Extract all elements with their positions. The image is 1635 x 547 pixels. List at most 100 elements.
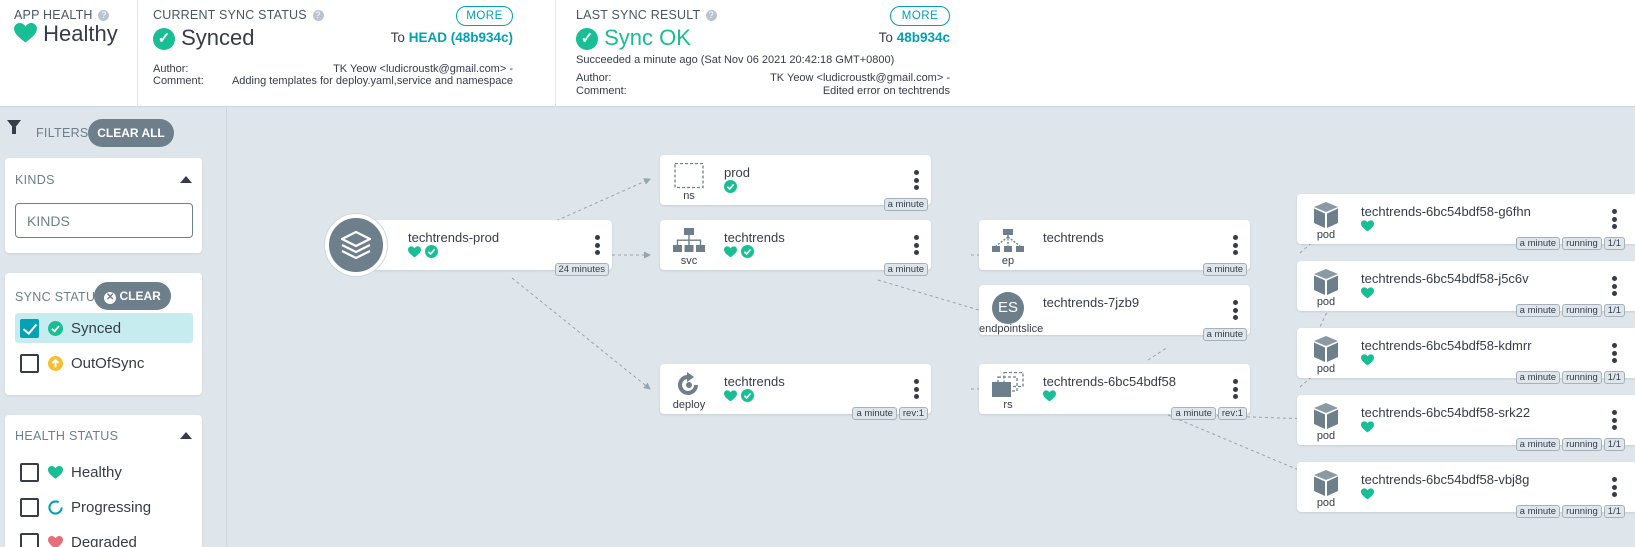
filters-header: FILTERS CLEAR ALL — [5, 116, 225, 147]
replicaset-icon — [992, 372, 1024, 397]
node-status — [724, 180, 737, 194]
node-kind: svc — [680, 255, 698, 267]
last-sync-value: Sync OK — [604, 25, 691, 50]
pod-node[interactable]: pod techtrends-6bc54bdf58-vbj8g a minute… — [1297, 462, 1635, 518]
app-health-value: Healthy — [43, 21, 118, 46]
comment-label: Comment: — [576, 85, 627, 97]
clear-sync-filter-button[interactable]: ✕ CLEAR — [94, 282, 171, 310]
collapse-icon[interactable] — [180, 432, 192, 439]
heart-icon — [724, 390, 737, 402]
node-name: techtrends-6bc54bdf58-j5c6v — [1361, 271, 1529, 286]
last-sync-succeeded: Succeeded a minute ago (Sat Nov 06 2021 … — [576, 54, 895, 66]
author-value: TK Yeow <ludicroustk@gmail.com> - — [770, 72, 950, 84]
node-kind: ep — [1001, 255, 1015, 267]
node-status — [1361, 219, 1374, 233]
node-menu-icon[interactable] — [595, 235, 600, 255]
health-filter-progressing[interactable]: Progressing — [15, 492, 193, 522]
revision-link[interactable]: 48b934c — [897, 30, 950, 45]
arrow-up-circle-icon — [48, 356, 63, 371]
pod-node[interactable]: pod techtrends-6bc54bdf58-srk22 a minute… — [1297, 395, 1635, 451]
check-circle-icon — [425, 245, 439, 258]
health-filter-healthy[interactable]: Healthy — [15, 457, 193, 487]
sync-filter-outofsync[interactable]: OutOfSync — [15, 348, 193, 378]
node-status — [1361, 353, 1374, 367]
pod-node[interactable]: pod techtrends-6bc54bdf58-g6fhn a minute… — [1297, 194, 1635, 250]
pod-icon — [1314, 202, 1338, 228]
pod-node[interactable]: pod techtrends-6bc54bdf58-kdmrr a minute… — [1297, 328, 1635, 384]
node-tags: a minute running 1/1 — [1514, 233, 1625, 251]
current-sync-status: ✓ Synced — [153, 25, 255, 51]
node-kind: pod — [1316, 229, 1336, 241]
node-menu-icon[interactable] — [914, 235, 919, 255]
namespace-node[interactable]: ns prod a minute — [660, 155, 931, 211]
node-menu-icon[interactable] — [1233, 379, 1238, 399]
replicaset-node[interactable]: rs techtrends-6bc54bdf58 a minute rev:1 — [979, 364, 1250, 420]
comment-label: Comment: — [153, 75, 204, 87]
checkbox[interactable] — [20, 463, 39, 482]
checkbox[interactable] — [20, 354, 39, 373]
comment-value: Adding templates for deploy.yaml,service… — [231, 75, 513, 87]
node-tags: a minute running 1/1 — [1514, 501, 1625, 519]
heart-icon — [1361, 287, 1374, 299]
current-sync-more-button[interactable]: MORE — [456, 6, 513, 26]
sync-filter-synced[interactable]: Synced — [15, 313, 193, 343]
node-name: techtrends-prod — [408, 230, 500, 245]
node-name: techtrends-6bc54bdf58-vbj8g — [1361, 472, 1530, 487]
endpoints-node[interactable]: ep techtrends a minute — [979, 220, 1250, 276]
node-menu-icon[interactable] — [1233, 235, 1238, 255]
last-sync-more-button[interactable]: MORE — [890, 6, 950, 26]
clear-all-button[interactable]: CLEAR ALL — [88, 119, 174, 147]
check-circle-icon — [741, 389, 755, 402]
node-status — [1361, 420, 1374, 434]
health-status-title: HEALTH STATUS — [15, 429, 119, 443]
application-icon — [325, 214, 387, 276]
sync-status-title: SYNC STATUS — [15, 290, 104, 304]
node-tags: a minute — [1201, 324, 1247, 342]
node-status — [1361, 286, 1374, 300]
deployment-node[interactable]: deploy techtrends a minute rev:1 — [660, 364, 931, 420]
node-menu-icon[interactable] — [1612, 209, 1617, 229]
pod-node[interactable]: pod techtrends-6bc54bdf58-j5c6v a minute… — [1297, 261, 1635, 317]
collapse-icon[interactable] — [180, 176, 192, 183]
node-status — [408, 245, 439, 259]
node-menu-icon[interactable] — [1612, 276, 1617, 296]
help-icon[interactable]: ? — [312, 10, 324, 21]
endpointslice-node[interactable]: ES endpointslice techtrends-7jzb9 a minu… — [979, 285, 1250, 341]
help-icon[interactable]: ? — [705, 10, 717, 21]
checkbox[interactable] — [20, 533, 39, 547]
checkbox[interactable] — [20, 319, 39, 338]
current-sync-target: To HEAD (48b934c) — [390, 30, 513, 45]
node-menu-icon[interactable] — [1612, 343, 1617, 363]
check-circle-icon: ✓ — [576, 28, 598, 50]
last-sync-section: LAST SYNC RESULT ? MORE ✓ Sync OK To 48b… — [556, 0, 956, 107]
service-node[interactable]: svc techtrends a minute — [660, 220, 931, 276]
kinds-input[interactable] — [15, 203, 193, 238]
broken-heart-icon — [48, 535, 63, 547]
last-sync-target: To 48b934c — [878, 30, 950, 45]
node-menu-icon[interactable] — [1612, 477, 1617, 497]
node-tags: a minute — [882, 259, 928, 277]
heart-icon — [1361, 488, 1374, 500]
help-icon[interactable]: ? — [98, 10, 110, 21]
node-menu-icon[interactable] — [1612, 410, 1617, 430]
endpoints-icon — [992, 229, 1024, 252]
node-tags: a minute rev:1 — [850, 403, 928, 421]
heart-icon — [1043, 390, 1056, 402]
node-name: techtrends-6bc54bdf58-srk22 — [1361, 405, 1531, 420]
heart-icon — [724, 246, 737, 258]
node-kind: pod — [1316, 296, 1336, 308]
app-node[interactable]: techtrends-prod 24 minutes — [350, 220, 612, 276]
health-filter-degraded[interactable]: Degraded — [15, 527, 193, 547]
current-sync-title: CURRENT SYNC STATUS — [153, 8, 307, 22]
pod-icon — [1314, 336, 1338, 362]
node-kind: pod — [1316, 430, 1336, 442]
endpointslice-icon: ES — [992, 292, 1024, 324]
revision-link[interactable]: HEAD (48b934c) — [409, 30, 513, 45]
node-menu-icon[interactable] — [1233, 300, 1238, 320]
node-menu-icon[interactable] — [914, 379, 919, 399]
node-menu-icon[interactable] — [914, 170, 919, 190]
kinds-panel: KINDS — [5, 158, 202, 253]
heart-icon — [1361, 354, 1374, 366]
pod-icon — [1314, 470, 1338, 496]
checkbox[interactable] — [20, 498, 39, 517]
